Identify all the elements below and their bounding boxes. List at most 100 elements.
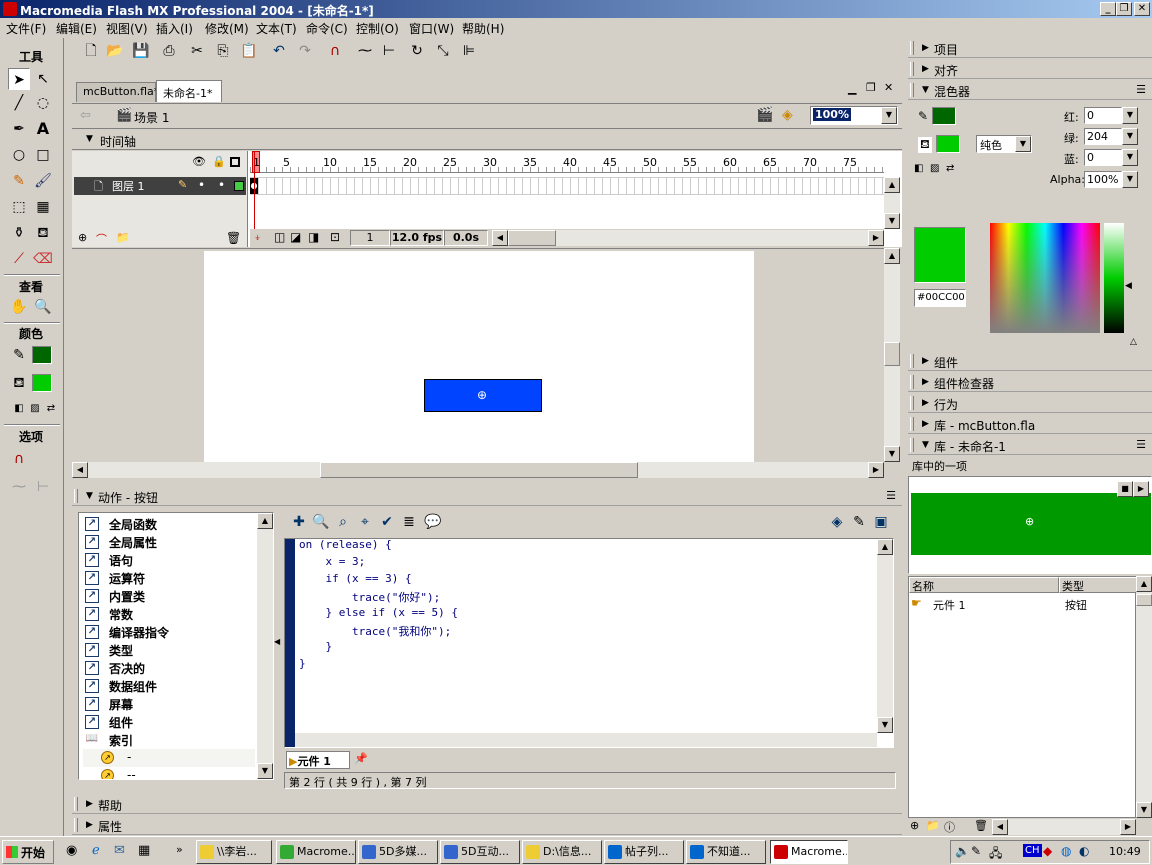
frame-ruler[interactable]: 1 5 10 15 20 25 30 35 40 45 50 55 60 65 … <box>250 151 884 173</box>
menu-control[interactable]: 控制(O) <box>356 20 399 37</box>
collapse-mixer-icon[interactable]: △ <box>1130 337 1137 347</box>
start-button[interactable]: 开始 <box>2 840 54 864</box>
taskbar-task[interactable]: 不知道... <box>686 840 766 864</box>
lock-icon[interactable]: 🔒 <box>212 155 226 168</box>
align-icon[interactable]: ⊫ <box>458 40 480 62</box>
script-vscroll[interactable]: ▲ ▼ <box>877 539 893 733</box>
snap-to-objects-icon[interactable]: ∩ <box>324 40 346 62</box>
taskbar-task[interactable]: \\李岩... <box>196 840 272 864</box>
toolbox-vscroll[interactable]: ▲ ▼ <box>257 513 273 779</box>
add-item-icon[interactable]: ✚ <box>288 511 310 533</box>
alpha-input[interactable]: 100% <box>1084 171 1122 188</box>
copy-icon[interactable]: ⎘ <box>212 40 234 62</box>
paste-icon[interactable]: 📋 <box>238 40 260 62</box>
line-tool-icon[interactable]: ╱ <box>8 92 30 114</box>
brightness-pointer-icon[interactable]: ◀ <box>1125 281 1132 291</box>
find-icon[interactable]: 🔍 <box>310 511 332 533</box>
doc-tab-untitled[interactable]: 未命名-1* <box>156 80 222 102</box>
align-panel-header[interactable]: ▶ 对齐 <box>908 59 1152 79</box>
snap-magnet-icon[interactable]: ∩ <box>8 448 30 470</box>
mixer-bw-icon[interactable]: ◧ <box>914 163 923 174</box>
insert-layer-icon[interactable]: ⊕ <box>78 231 87 244</box>
category-operators[interactable]: ↗ 运算符 <box>83 569 255 587</box>
text-tool-icon[interactable]: A <box>32 118 54 140</box>
blue-input[interactable]: 0 <box>1084 149 1122 166</box>
mixer-stroke-swatch[interactable] <box>932 107 956 125</box>
cut-icon[interactable]: ✂ <box>186 40 208 62</box>
restore-button[interactable]: ❐ <box>1116 2 1132 16</box>
taskbar-task[interactable]: D:\信息... <box>522 840 602 864</box>
ime-pen-icon[interactable]: ✎ <box>971 844 981 858</box>
tray-misc-icon[interactable]: ◐ <box>1079 844 1089 858</box>
eraser-tool-icon[interactable]: ⌫ <box>32 248 54 270</box>
menu-text[interactable]: 文本(T) <box>256 20 297 37</box>
taskbar-task[interactable]: 帖子列... <box>604 840 684 864</box>
pencil-tool-icon[interactable]: ✎ <box>8 170 30 192</box>
new-file-icon[interactable]: 🗋 <box>80 40 102 62</box>
undo-icon[interactable]: ↶ <box>268 40 290 62</box>
new-symbol-icon[interactable]: ⊕ <box>910 819 919 832</box>
script-hscroll[interactable] <box>295 733 877 747</box>
taskbar-task[interactable]: Macrome... <box>770 840 848 864</box>
mixer-panel-header[interactable]: ▼ 混色器 ☰ <box>908 80 1152 100</box>
show-desktop-icon[interactable]: ▦ <box>138 843 150 858</box>
zoom-select[interactable]: 100% ▼ <box>810 106 898 125</box>
code-hint-icon[interactable]: 💬 <box>422 511 444 533</box>
stage-canvas[interactable]: ⊕ <box>204 251 754 463</box>
fill-type-select[interactable]: 纯色 ▼ <box>976 135 1032 153</box>
layer-lock-dot[interactable]: • <box>218 178 225 192</box>
menu-view[interactable]: 视图(V) <box>106 20 148 37</box>
menu-window[interactable]: 窗口(W) <box>409 20 454 37</box>
eye-icon[interactable]: 👁 <box>192 155 206 168</box>
edit-symbol-icon[interactable]: ◈ <box>782 107 793 123</box>
new-folder-icon[interactable]: 📁 <box>926 819 940 832</box>
doc-minimize-icon[interactable]: ▁ <box>848 82 856 95</box>
outlook-icon[interactable]: ✉ <box>114 843 125 858</box>
back-arrow-icon[interactable]: ⇦ <box>80 108 91 123</box>
save-icon[interactable]: 💾 <box>130 40 152 62</box>
library-item[interactable]: ☛ 元件 1 按钮 <box>909 595 1137 613</box>
stage-hscroll[interactable]: ◀ ▶ <box>72 462 884 478</box>
layer-row[interactable]: 🗋 图层 1 ✎ • • <box>74 177 246 195</box>
swap-colors-icon[interactable]: ⇄ <box>40 398 62 420</box>
alpha-stepper[interactable]: ▼ <box>1122 171 1138 188</box>
actions-panel-header[interactable]: ▼ 动作 - 按钮 ☰ <box>72 486 902 506</box>
ie-icon[interactable]: ℯ <box>92 843 100 858</box>
lasso-tool-icon[interactable]: ◌ <box>32 92 54 114</box>
network-icon[interactable]: 🖧 <box>989 844 1002 865</box>
quicklaunch-icon[interactable]: ◉ <box>66 843 77 858</box>
onion-outline-icon[interactable]: ◪ <box>290 230 301 244</box>
library-vscroll[interactable]: ▲ ▼ <box>1136 576 1152 818</box>
taskbar-task[interactable]: 5D多媒... <box>358 840 438 864</box>
column-header-type[interactable]: 类型 <box>1059 577 1137 593</box>
rectangle-tool-icon[interactable]: □ <box>32 144 54 166</box>
tray-globe-icon[interactable]: ◍ <box>1061 844 1071 858</box>
project-panel-header[interactable]: ▶ 项目 <box>908 38 1152 58</box>
category-compiler-directives[interactable]: ↗ 编译器指令 <box>83 623 255 641</box>
minimize-button[interactable]: _ <box>1100 2 1116 16</box>
smooth-toolbar-icon[interactable]: ⁓ <box>354 40 376 62</box>
category-global-functions[interactable]: ↗ 全局函数 <box>83 515 255 533</box>
oval-tool-icon[interactable]: ○ <box>8 144 30 166</box>
menu-file[interactable]: 文件(F) <box>6 20 46 37</box>
view-options-icon[interactable]: ▣ <box>870 511 892 533</box>
menu-commands[interactable]: 命令(C) <box>306 20 348 37</box>
index-item[interactable]: ↗ - <box>83 749 255 767</box>
straighten-icon[interactable]: ⊢ <box>32 476 54 498</box>
smooth-icon[interactable]: ⁓ <box>8 476 30 498</box>
green-stepper[interactable]: ▼ <box>1122 128 1138 145</box>
eyedropper-tool-icon[interactable]: ⟋ <box>8 248 30 270</box>
hex-input[interactable]: #00CC00 <box>914 289 966 307</box>
edit-scene-icon[interactable]: 🎬 <box>756 107 773 123</box>
debug-options-icon[interactable]: ✎ <box>848 511 870 533</box>
taskbar-task[interactable]: Macrome... <box>276 840 356 864</box>
library-new-header[interactable]: ▼ 库 - 未命名-1 ☰ <box>908 435 1152 455</box>
category-global-properties[interactable]: ↗ 全局属性 <box>83 533 255 551</box>
stage-vscroll[interactable]: ▲ ▼ <box>884 248 900 462</box>
mixer-fill-swatch[interactable] <box>936 135 960 153</box>
volume-icon[interactable]: 🔈 <box>955 844 970 858</box>
component-inspector-header[interactable]: ▶ 组件检查器 <box>908 372 1152 392</box>
library-mcbutton-header[interactable]: ▶ 库 - mcButton.fla <box>908 414 1152 434</box>
frame-cells[interactable]: ● <box>250 177 884 195</box>
preview-stop-button[interactable]: ■ <box>1117 481 1133 497</box>
